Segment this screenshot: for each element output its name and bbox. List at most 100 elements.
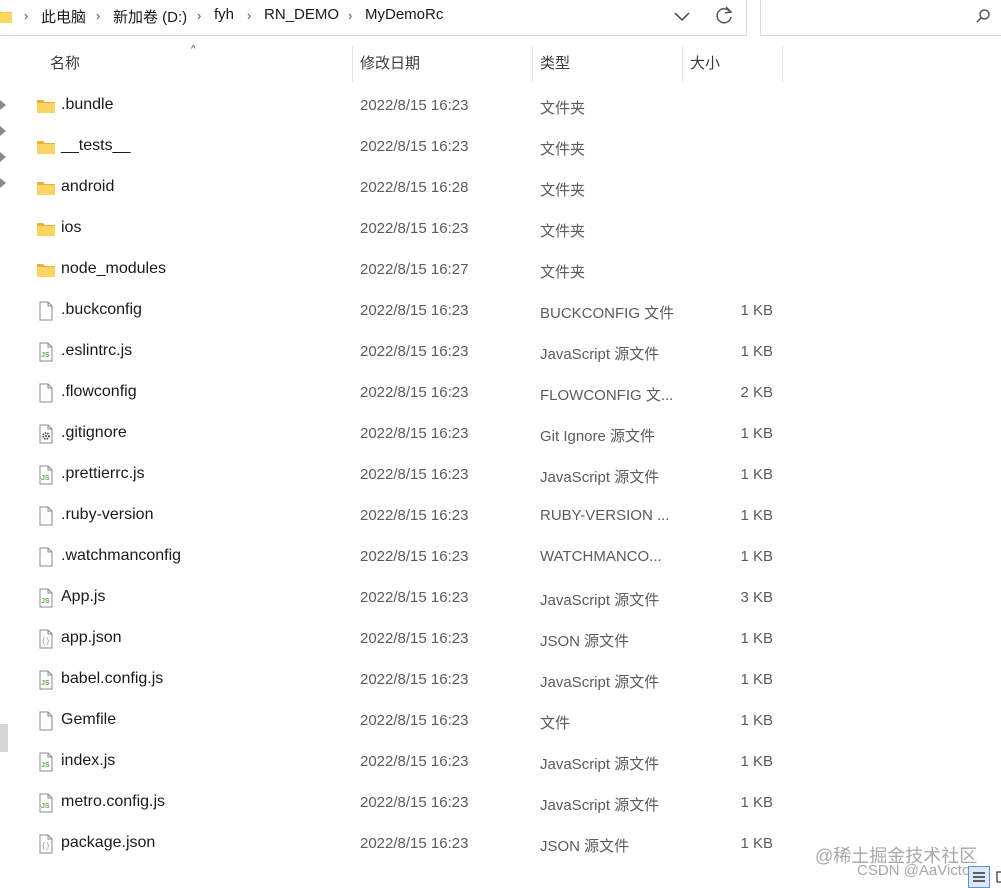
file-name[interactable]: .prettierrc.js	[61, 465, 145, 483]
file-row[interactable]: node_modules 2022/8/15 16:27 文件夹	[0, 249, 790, 290]
file-date: 2022/8/15 16:23	[360, 97, 469, 114]
file-name[interactable]: node_modules	[61, 260, 166, 278]
file-name[interactable]: App.js	[61, 588, 105, 606]
file-icon	[36, 383, 56, 403]
file-type: 文件夹	[540, 100, 586, 117]
file-size: 1 KB	[740, 425, 773, 442]
file-name[interactable]: .ruby-version	[61, 506, 153, 524]
file-name[interactable]: .bundle	[61, 96, 114, 114]
chevron-down-icon[interactable]	[672, 6, 692, 26]
file-row[interactable]: JS index.js 2022/8/15 16:23 JavaScript 源文件 1…	[0, 741, 790, 782]
column-header-name[interactable]: 名称	[42, 46, 352, 82]
file-name[interactable]: metro.config.js	[61, 793, 165, 811]
file-date: 2022/8/15 16:23	[360, 220, 469, 237]
file-name[interactable]: .watchmanconfig	[61, 547, 181, 565]
file-name[interactable]: index.js	[61, 752, 115, 770]
file-row[interactable]: .gitignore 2022/8/15 16:23 Git Ignore 源文件 1…	[0, 413, 790, 454]
json-file-icon: {}	[36, 834, 56, 854]
file-type: FLOWCONFIG 文...	[540, 387, 674, 404]
chevron-right-icon: ›	[96, 8, 101, 23]
file-icon	[36, 711, 56, 731]
file-date: 2022/8/15 16:27	[360, 261, 469, 278]
file-name[interactable]: babel.config.js	[61, 670, 163, 688]
file-row[interactable]: .bundle 2022/8/15 16:23 文件夹	[0, 85, 790, 126]
file-row[interactable]: .buckconfig 2022/8/15 16:23 BUCKCONFIG 文件 1…	[0, 290, 790, 331]
file-size: 1 KB	[740, 794, 773, 811]
file-row[interactable]: {} package.json 2022/8/15 16:23 JSON 源文件 1 K…	[0, 823, 790, 864]
file-row[interactable]: android 2022/8/15 16:28 文件夹	[0, 167, 790, 208]
file-date: 2022/8/15 16:23	[360, 425, 469, 442]
js-file-icon: JS	[36, 342, 56, 362]
file-name[interactable]: .flowconfig	[61, 383, 137, 401]
file-icon	[36, 301, 56, 321]
file-name[interactable]: package.json	[61, 834, 155, 852]
file-date: 2022/8/15 16:23	[360, 138, 469, 155]
file-date: 2022/8/15 16:23	[360, 794, 469, 811]
svg-text:{}: {}	[42, 843, 50, 851]
file-date: 2022/8/15 16:23	[360, 466, 469, 483]
file-row[interactable]: JS metro.config.js 2022/8/15 16:23 JavaScri…	[0, 782, 790, 823]
js-file-icon: JS	[36, 793, 56, 813]
chevron-right-icon: ›	[24, 8, 29, 23]
file-name[interactable]: __tests__	[61, 137, 130, 155]
tiles-view-icon	[996, 871, 1001, 883]
file-name[interactable]: Gemfile	[61, 711, 116, 729]
file-row[interactable]: ios 2022/8/15 16:23 文件夹	[0, 208, 790, 249]
file-row[interactable]: .watchmanconfig 2022/8/15 16:23 WATCHMANCO…	[0, 536, 790, 577]
file-row[interactable]: .ruby-version 2022/8/15 16:23 RUBY-VERSION…	[0, 495, 790, 536]
folder-icon	[36, 96, 56, 116]
file-row[interactable]: __tests__ 2022/8/15 16:23 文件夹	[0, 126, 790, 167]
file-row[interactable]: {} app.json 2022/8/15 16:23 JSON 源文件 1 KB	[0, 618, 790, 659]
file-icon	[36, 547, 56, 567]
file-date: 2022/8/15 16:23	[360, 384, 469, 401]
file-name[interactable]: .eslintrc.js	[61, 342, 132, 360]
file-row[interactable]: JS .eslintrc.js 2022/8/15 16:23 JavaScript …	[0, 331, 790, 372]
search-icon[interactable]	[975, 8, 991, 24]
gear-file-icon	[36, 424, 56, 444]
file-row[interactable]: Gemfile 2022/8/15 16:23 文件 1 KB	[0, 700, 790, 741]
tiles-view-button[interactable]	[994, 866, 1001, 888]
breadcrumb-item[interactable]: fyh	[214, 6, 234, 23]
chevron-right-icon: ›	[348, 8, 353, 23]
file-date: 2022/8/15 16:23	[360, 835, 469, 852]
file-size: 3 KB	[740, 589, 773, 606]
file-type: RUBY-VERSION ...	[540, 507, 670, 524]
refresh-icon[interactable]	[713, 4, 735, 26]
folder-icon	[36, 260, 56, 280]
search-box[interactable]	[760, 0, 1001, 36]
file-date: 2022/8/15 16:23	[360, 671, 469, 688]
file-type: JavaScript 源文件	[540, 592, 660, 609]
breadcrumb-item[interactable]: RN_DEMO	[264, 6, 339, 23]
file-type: 文件夹	[540, 182, 586, 199]
file-name[interactable]: ios	[61, 219, 81, 237]
address-bar[interactable]: › 此电脑 › 新加卷 (D:) › fyh › RN_DEMO › MyDem…	[0, 0, 747, 36]
file-type: JavaScript 源文件	[540, 756, 660, 773]
details-view-button[interactable]	[968, 866, 990, 888]
column-divider[interactable]	[782, 46, 783, 82]
column-header-type[interactable]: 类型	[532, 46, 682, 82]
breadcrumb-item[interactable]: 新加卷 (D:)	[113, 6, 187, 27]
watermark-text: CSDN @AaVictory.	[857, 862, 986, 879]
file-date: 2022/8/15 16:23	[360, 302, 469, 319]
file-type: JavaScript 源文件	[540, 469, 660, 486]
file-size: 1 KB	[740, 835, 773, 852]
js-file-icon: JS	[36, 588, 56, 608]
file-name[interactable]: .buckconfig	[61, 301, 142, 319]
details-view-icon	[973, 872, 985, 882]
file-size: 1 KB	[740, 343, 773, 360]
file-size: 1 KB	[740, 753, 773, 770]
file-row[interactable]: JS babel.config.js 2022/8/15 16:23 JavaScri…	[0, 659, 790, 700]
breadcrumb-item[interactable]: MyDemoRc	[365, 6, 443, 23]
file-date: 2022/8/15 16:23	[360, 753, 469, 770]
file-size: 1 KB	[740, 507, 773, 524]
file-icon	[36, 506, 56, 526]
breadcrumb-item[interactable]: 此电脑	[41, 6, 86, 27]
file-row[interactable]: JS App.js 2022/8/15 16:23 JavaScript 源文件 3 K…	[0, 577, 790, 618]
file-name[interactable]: android	[61, 178, 114, 196]
file-name[interactable]: .gitignore	[61, 424, 127, 442]
column-header-date[interactable]: 修改日期	[352, 46, 532, 82]
file-row[interactable]: JS .prettierrc.js 2022/8/15 16:23 JavaScrip…	[0, 454, 790, 495]
column-header-size[interactable]: 大小	[682, 46, 782, 82]
file-name[interactable]: app.json	[61, 629, 122, 647]
file-row[interactable]: .flowconfig 2022/8/15 16:23 FLOWCONFIG 文..…	[0, 372, 790, 413]
